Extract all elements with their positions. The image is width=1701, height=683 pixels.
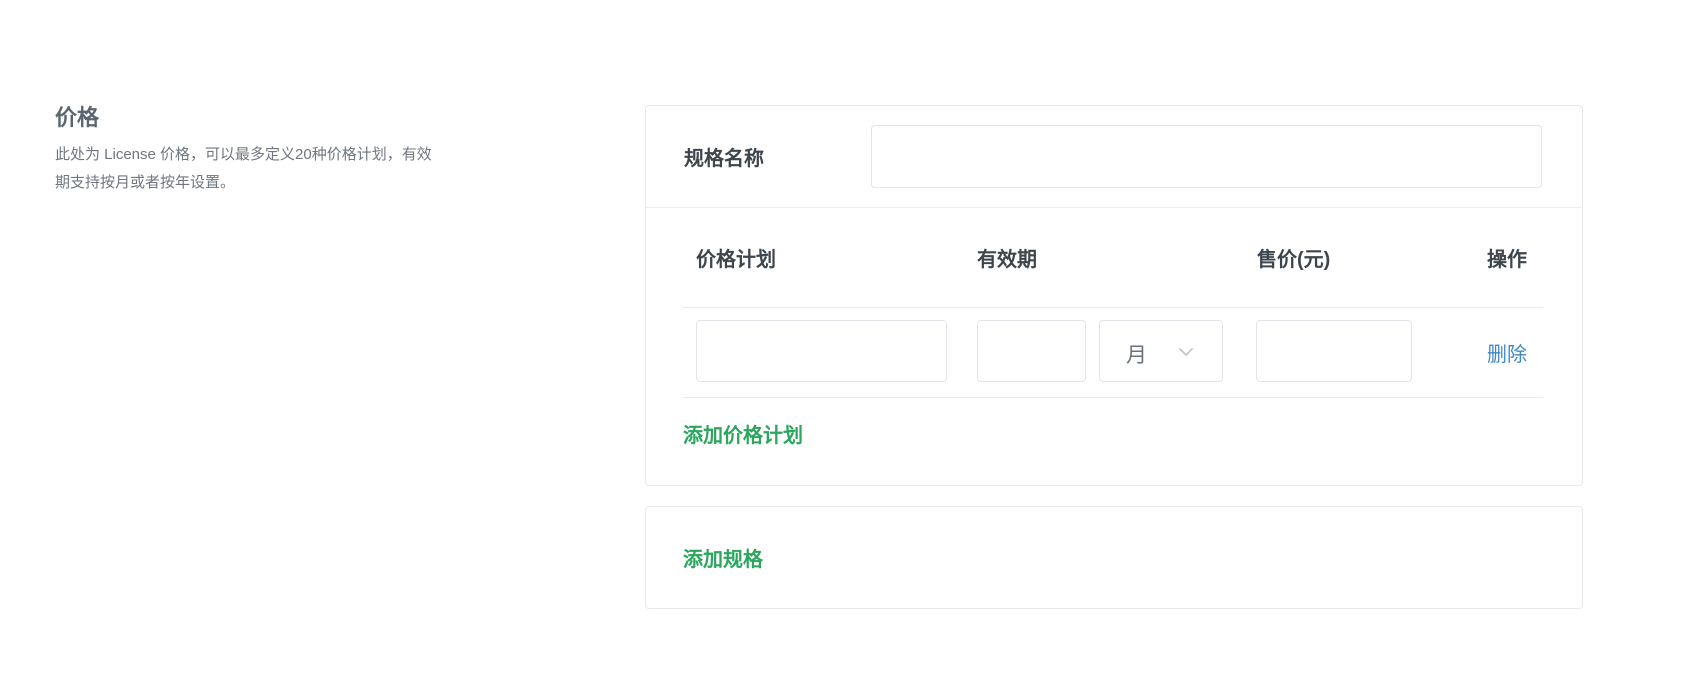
header-price: 售价(元)	[1257, 249, 1331, 271]
price-plan-input[interactable]	[696, 320, 947, 382]
spec-card: 规格名称 价格计划 有效期 售价(元) 操作 月 删除 添加价格计划	[645, 105, 1583, 486]
add-spec-link[interactable]: 添加规格	[683, 543, 763, 572]
table-divider	[683, 397, 1543, 398]
validity-unit-value: 月	[1126, 344, 1147, 367]
delete-plan-link[interactable]: 删除	[1487, 338, 1527, 367]
spec-name-input[interactable]	[871, 125, 1542, 188]
validity-unit-select[interactable]: 月	[1099, 320, 1223, 382]
section-title: 价格	[55, 105, 100, 130]
header-operation: 操作	[1487, 249, 1527, 271]
price-section-intro: 价格 此处为 License 价格，可以最多定义20种价格计划，有效期支持按月或…	[55, 103, 455, 197]
chevron-down-icon	[1179, 348, 1193, 356]
sale-price-input[interactable]	[1256, 320, 1412, 382]
section-description: 此处为 License 价格，可以最多定义20种价格计划，有效期支持按月或者按年…	[55, 146, 432, 191]
header-price-plan: 价格计划	[696, 249, 776, 271]
spec-name-label: 规格名称	[684, 148, 764, 170]
header-validity: 有效期	[977, 249, 1037, 271]
add-price-plan-link[interactable]: 添加价格计划	[683, 419, 803, 448]
table-divider	[683, 307, 1543, 308]
page: 价格 此处为 License 价格，可以最多定义20种价格计划，有效期支持按月或…	[0, 0, 1701, 683]
spec-name-row: 规格名称	[646, 106, 1582, 208]
validity-input[interactable]	[977, 320, 1086, 382]
add-spec-card: 添加规格	[645, 506, 1583, 609]
